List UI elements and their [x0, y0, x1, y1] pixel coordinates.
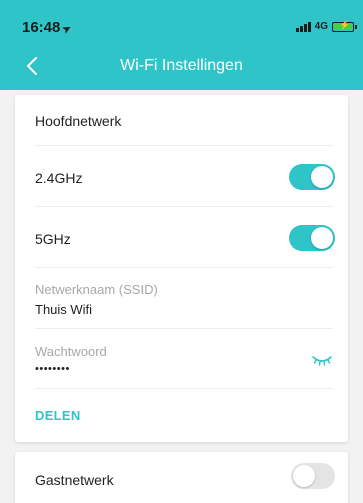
band-24-row: 2.4GHz	[35, 146, 335, 207]
guest-network-card: Gastnetwerk	[15, 452, 348, 503]
section-title: Hoofdnetwerk	[35, 113, 122, 129]
band-5-toggle[interactable]	[289, 225, 335, 251]
battery-icon: ⚡	[332, 20, 357, 32]
band-5-label: 5GHz	[35, 231, 71, 247]
password-label: Wachtwoord	[35, 344, 107, 359]
status-time-text: 16:48	[22, 19, 61, 36]
password-value[interactable]: ••••••••	[35, 363, 70, 375]
guest-network-toggle[interactable]	[291, 463, 335, 489]
header-bar: 16:48➤ 4G ⚡ Wi-Fi Instellingen	[0, 0, 363, 90]
band-24-label: 2.4GHz	[35, 170, 83, 186]
page-title: Wi-Fi Instellingen	[120, 57, 243, 74]
main-network-card: Hoofdnetwerk 2.4GHz 5GHz Netwerknaam (SS…	[15, 95, 348, 442]
password-row[interactable]: Wachtwoord ••••••••	[35, 329, 333, 389]
ssid-label: Netwerknaam (SSID)	[35, 282, 158, 297]
toggle-knob	[293, 465, 315, 487]
ssid-row[interactable]: Netwerknaam (SSID) Thuis Wifi	[35, 268, 333, 329]
ssid-value[interactable]: Thuis Wifi	[35, 302, 92, 317]
toggle-knob	[311, 227, 333, 249]
location-arrow-icon: ➤	[61, 22, 74, 37]
network-type: 4G	[314, 21, 328, 32]
signal-icon	[295, 21, 311, 32]
status-time: 16:48➤	[22, 19, 74, 37]
main-network-header-row: Hoofdnetwerk	[35, 95, 333, 146]
eye-closed-icon[interactable]	[311, 353, 333, 367]
band-5-row: 5GHz	[35, 207, 335, 268]
share-button[interactable]: DELEN	[35, 408, 81, 423]
toggle-knob	[311, 166, 333, 188]
band-24-toggle[interactable]	[289, 164, 335, 190]
status-indicators: 4G ⚡	[295, 20, 357, 32]
guest-network-label: Gastnetwerk	[35, 472, 114, 488]
